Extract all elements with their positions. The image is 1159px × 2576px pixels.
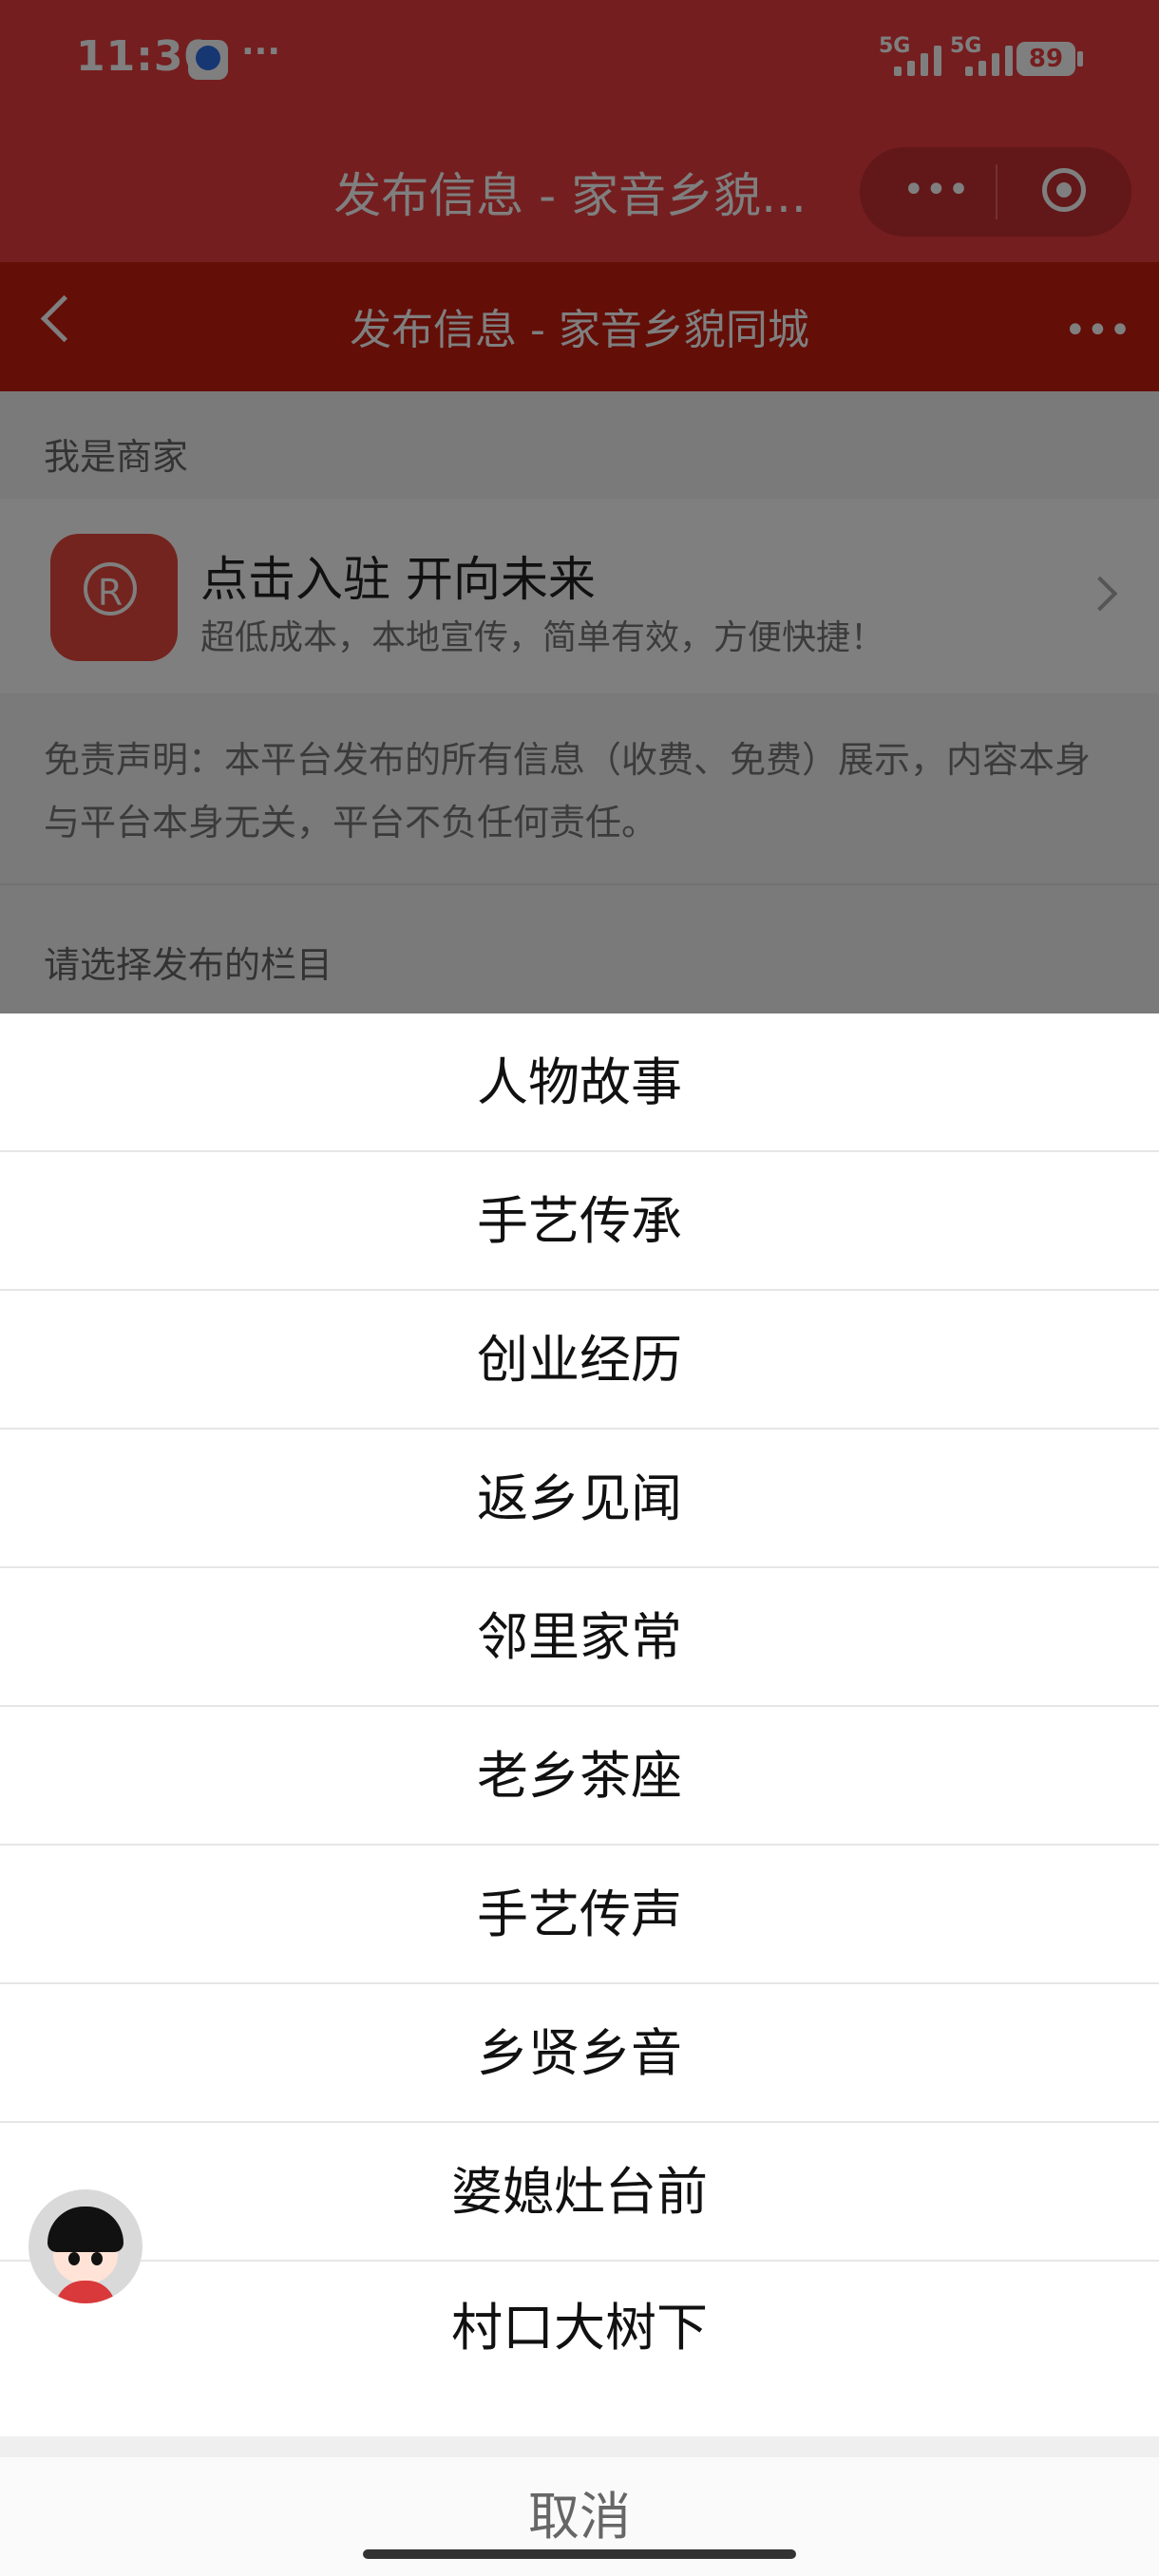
option-poxi-zaotai-qian[interactable]: 婆媳灶台前 [0, 2123, 1159, 2262]
option-chuangye-jingli[interactable]: 创业经历 [0, 1291, 1159, 1430]
option-xiangxian-xiangyin[interactable]: 乡贤乡音 [0, 1984, 1159, 2123]
option-laoxiang-chazuo[interactable]: 老乡茶座 [0, 1707, 1159, 1846]
option-shouyi-chuansheng[interactable]: 手艺传声 [0, 1846, 1159, 1984]
modal-overlay[interactable] [0, 0, 1159, 1013]
home-indicator[interactable] [363, 2549, 796, 2559]
option-cunkou-dashu-xia[interactable]: 村口大树下 [0, 2262, 1159, 2436]
action-sheet: 人物故事 手艺传承 创业经历 返乡见闻 邻里家常 老乡茶座 手艺传声 乡贤乡音 … [0, 1013, 1159, 2576]
option-shouyi-chuancheng[interactable]: 手艺传承 [0, 1152, 1159, 1291]
option-linli-jiachang[interactable]: 邻里家常 [0, 1568, 1159, 1707]
floating-avatar-button[interactable] [28, 2189, 142, 2303]
option-fanxiang-jianwen[interactable]: 返乡见闻 [0, 1430, 1159, 1568]
option-renwu-gushi[interactable]: 人物故事 [0, 1013, 1159, 1152]
sheet-separator [0, 2436, 1159, 2457]
